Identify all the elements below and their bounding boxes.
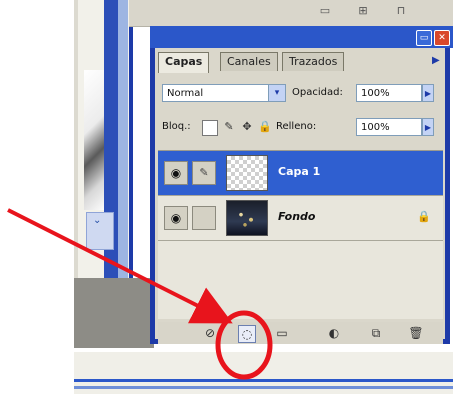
annotation-arrow: [7, 208, 233, 324]
annotation-circle: [215, 310, 273, 380]
annotation-overlay: [7, 208, 273, 380]
